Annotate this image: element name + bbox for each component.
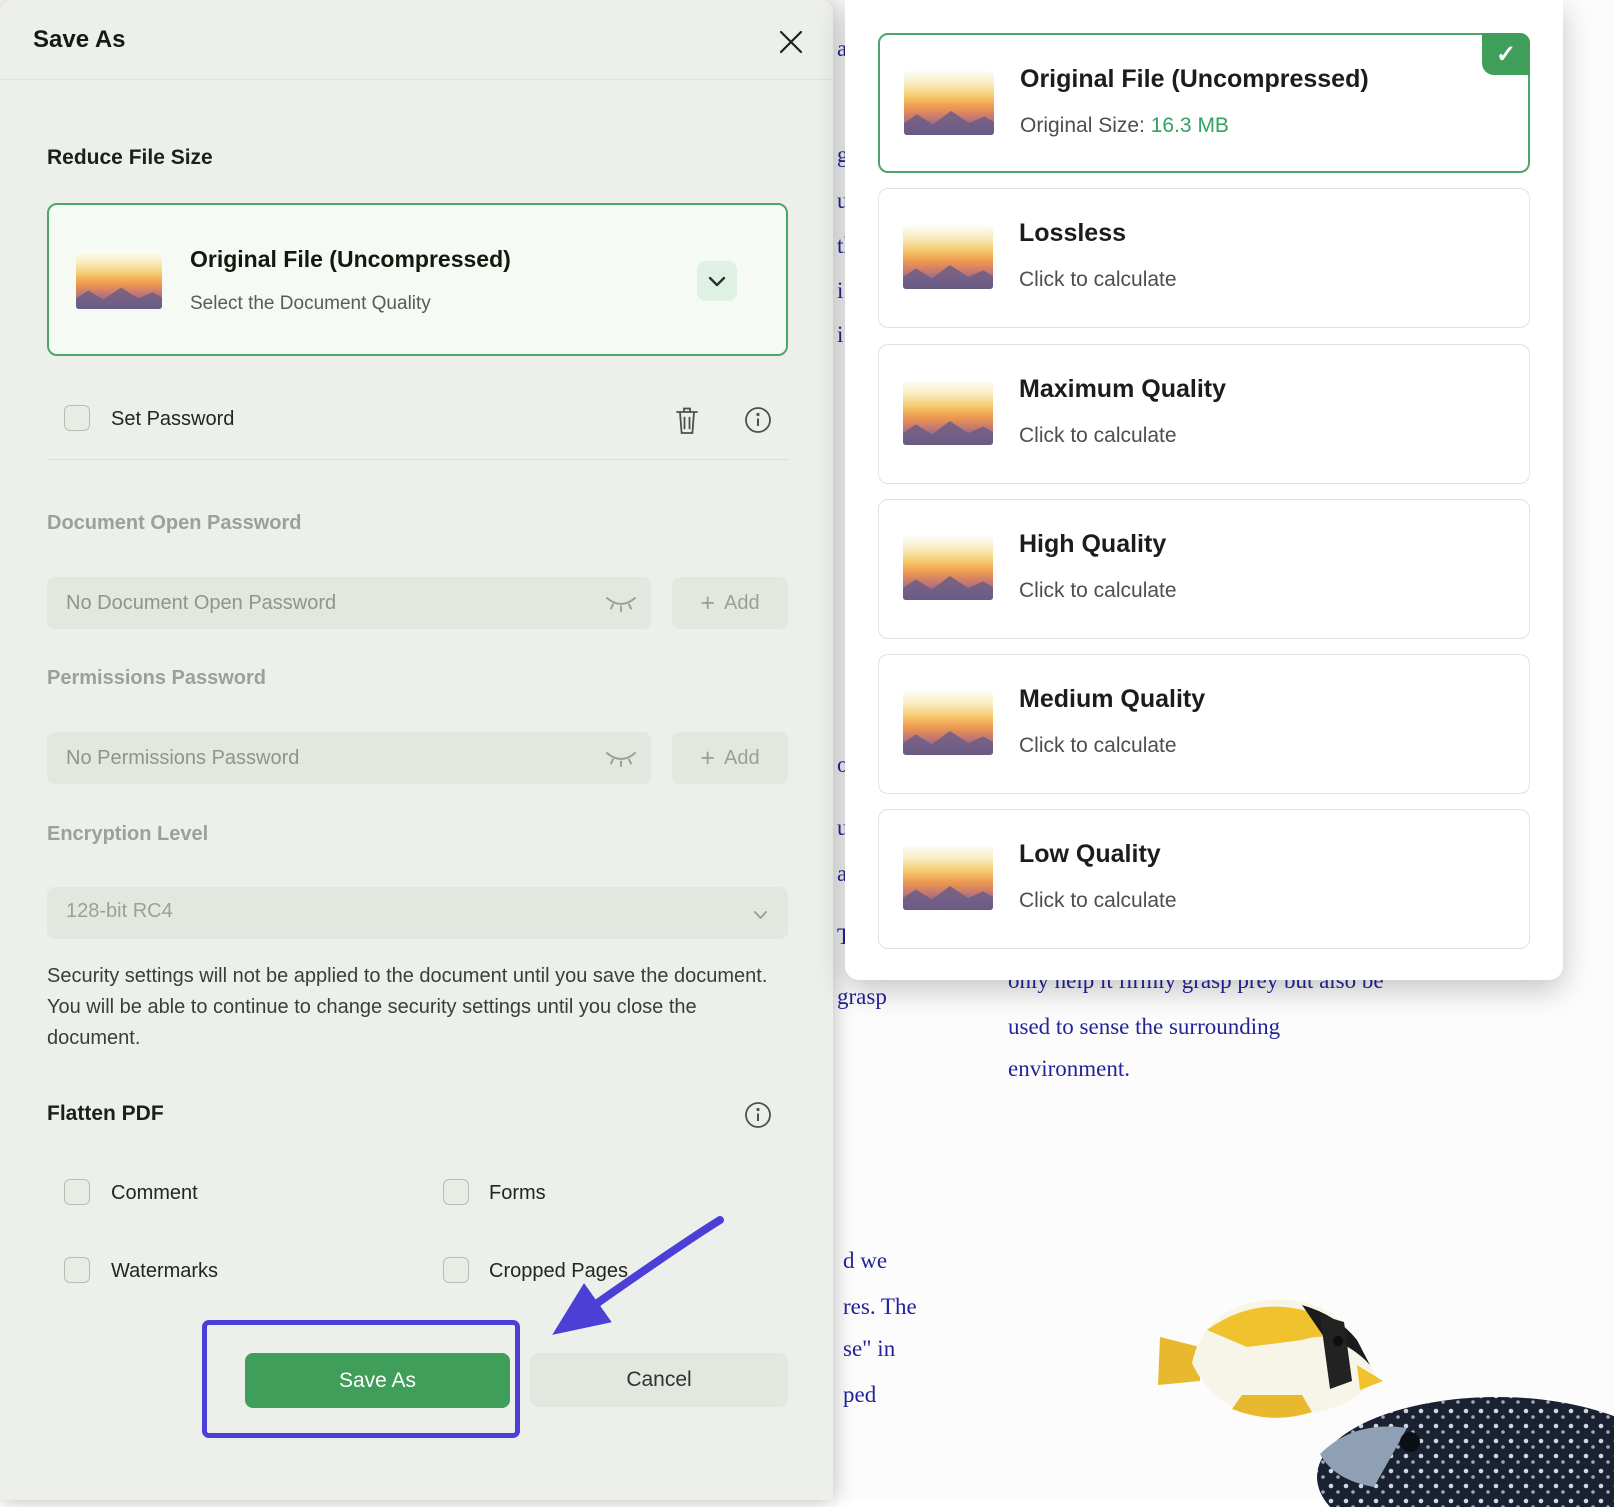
add-button-label: Add [724, 747, 760, 770]
original-size-label: Original Size: [1020, 114, 1145, 137]
set-password-checkbox[interactable] [64, 405, 90, 431]
reduce-file-size-header: Reduce File Size [47, 146, 213, 170]
set-password-label: Set Password [111, 408, 234, 431]
watermarks-label: Watermarks [111, 1260, 218, 1283]
quality-thumbnail [903, 691, 993, 755]
encryption-level-value: 128-bit RC4 [66, 900, 173, 923]
quality-option-medium[interactable]: Medium Quality Click to calculate [878, 654, 1530, 794]
quality-option-title: Medium Quality [1019, 685, 1205, 714]
quality-option-maximum[interactable]: Maximum Quality Click to calculate [878, 344, 1530, 484]
quality-option-original[interactable]: Original File (Uncompressed) Original Si… [878, 33, 1530, 173]
pufferfish-image [1312, 1392, 1614, 1507]
doc-text-fragment: grasp [837, 984, 887, 1010]
quality-option-subtitle: Original Size: 16.3 MB [1020, 114, 1229, 138]
comment-checkbox[interactable] [64, 1179, 90, 1205]
quality-thumbnail [903, 381, 993, 445]
quality-thumbnail [76, 251, 162, 309]
quality-thumbnail [904, 71, 994, 135]
cropped-pages-label: Cropped Pages [489, 1260, 628, 1283]
info-icon[interactable] [744, 406, 772, 439]
save-as-button[interactable]: Save As [245, 1353, 510, 1408]
original-size-value: 16.3 MB [1151, 114, 1229, 137]
security-note: Security settings will not be applied to… [47, 961, 791, 1054]
plus-icon: + [700, 591, 715, 616]
quality-option-title: Lossless [1019, 219, 1126, 248]
permissions-password-label: Permissions Password [47, 667, 266, 690]
plus-icon: + [700, 746, 715, 771]
quality-option-title: High Quality [1019, 530, 1166, 559]
cropped-pages-checkbox[interactable] [443, 1257, 469, 1283]
cancel-button[interactable]: Cancel [530, 1353, 788, 1407]
forms-label: Forms [489, 1182, 546, 1205]
doc-text-fragment: ped [843, 1382, 876, 1408]
chevron-down-icon [708, 276, 726, 287]
doc-open-add-button[interactable]: + Add [672, 577, 788, 629]
chevron-down-icon [753, 907, 768, 925]
doc-open-password-input[interactable] [47, 577, 651, 629]
save-as-dialog: Save As Reduce File Size Original File (… [0, 0, 833, 1500]
add-button-label: Add [724, 592, 760, 615]
forms-checkbox[interactable] [443, 1179, 469, 1205]
quality-option-lossless[interactable]: Lossless Click to calculate [878, 188, 1530, 328]
permissions-add-button[interactable]: + Add [672, 732, 788, 784]
dialog-title: Save As [33, 26, 126, 54]
doc-text-fragment: i [837, 278, 843, 304]
quality-selector-title: Original File (Uncompressed) [190, 246, 511, 273]
doc-text-fragment: res. The [843, 1294, 917, 1320]
quality-menu-panel: Original File (Uncompressed) Original Si… [845, 0, 1563, 980]
quality-thumbnail [903, 846, 993, 910]
doc-text-fragment: se" in [843, 1336, 895, 1362]
permissions-password-input[interactable] [47, 732, 651, 784]
quality-thumbnail [903, 225, 993, 289]
quality-selector-subtitle: Select the Document Quality [190, 293, 431, 315]
quality-option-subtitle: Click to calculate [1019, 579, 1177, 603]
doc-text-fragment: d we [843, 1248, 887, 1274]
info-icon[interactable] [744, 1101, 772, 1134]
encryption-level-label: Encryption Level [47, 823, 208, 846]
quality-selector[interactable]: Original File (Uncompressed) Select the … [47, 203, 788, 356]
close-icon[interactable] [775, 26, 807, 58]
divider [47, 459, 788, 460]
quality-option-title: Original File (Uncompressed) [1020, 65, 1369, 94]
watermarks-checkbox[interactable] [64, 1257, 90, 1283]
quality-option-subtitle: Click to calculate [1019, 424, 1177, 448]
trash-icon[interactable] [672, 403, 702, 442]
quality-dropdown-button[interactable] [697, 261, 737, 301]
quality-option-title: Maximum Quality [1019, 375, 1226, 404]
eye-closed-icon[interactable] [605, 751, 637, 772]
quality-option-subtitle: Click to calculate [1019, 268, 1177, 292]
eye-closed-icon[interactable] [605, 596, 637, 617]
comment-label: Comment [111, 1182, 198, 1205]
doc-open-password-label: Document Open Password [47, 512, 302, 535]
dialog-titlebar: Save As [0, 0, 833, 80]
doc-text-fragment: i [837, 322, 843, 348]
encryption-level-select[interactable]: 128-bit RC4 [47, 887, 788, 939]
quality-option-subtitle: Click to calculate [1019, 889, 1177, 913]
quality-option-subtitle: Click to calculate [1019, 734, 1177, 758]
doc-paragraph-line: used to sense the surrounding [1008, 1014, 1280, 1040]
check-icon: ✓ [1482, 33, 1530, 75]
quality-thumbnail [903, 536, 993, 600]
quality-option-title: Low Quality [1019, 840, 1161, 869]
flatten-pdf-header: Flatten PDF [47, 1102, 164, 1126]
quality-option-low[interactable]: Low Quality Click to calculate [878, 809, 1530, 949]
quality-option-high[interactable]: High Quality Click to calculate [878, 499, 1530, 639]
doc-paragraph-line: environment. [1008, 1056, 1130, 1082]
